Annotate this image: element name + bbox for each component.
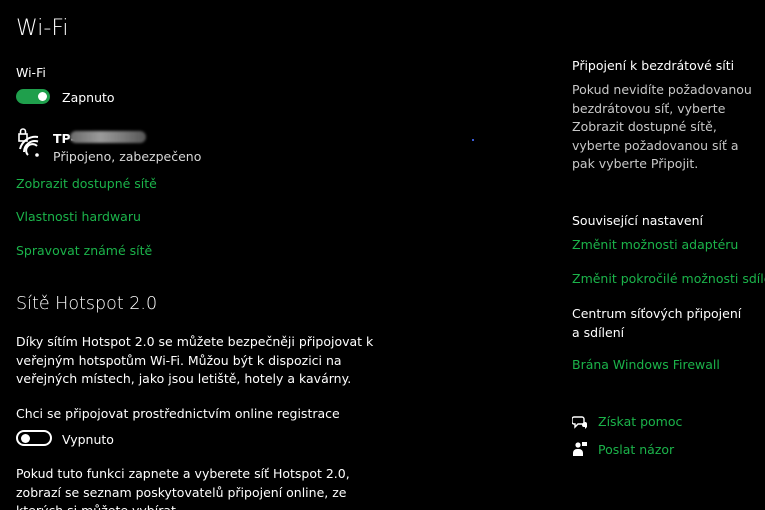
- get-help-link[interactable]: Získat pomoc: [598, 414, 682, 429]
- wifi-toggle-state: Zapnuto: [62, 90, 115, 105]
- cursor-dot: [472, 139, 474, 141]
- feedback-icon: [572, 441, 588, 457]
- hotspot-description: Díky sítím Hotspot 2.0 se můžete bezpečn…: [16, 334, 374, 386]
- send-feedback-link[interactable]: Poslat názor: [598, 442, 674, 457]
- online-signup-state: Vypnuto: [62, 432, 114, 447]
- wifi-settings-page: Wi-Fi Wi-Fi Zapnuto TP- Připojeno, zabez…: [0, 0, 765, 510]
- network-status: Připojeno, zabezpečeno: [53, 149, 202, 164]
- toggle-knob: [38, 92, 47, 101]
- wireless-connection-title: Připojení k bezdrátové síti: [572, 58, 735, 73]
- page-title: Wi-Fi: [16, 16, 69, 41]
- network-sharing-center-link[interactable]: Centrum síťových připojení a sdílení: [572, 305, 752, 342]
- wireless-connection-text: Pokud nevidíte požadovanou bezdrátovou s…: [572, 82, 752, 171]
- toggle-knob: [21, 433, 30, 443]
- hotspot-footer: Pokud tuto funkci zapnete a vyberete síť…: [16, 466, 350, 510]
- wifi-signal-secured-icon: [16, 127, 46, 159]
- redacted-ssid: [70, 131, 146, 143]
- hotspot-heading: Sítě Hotspot 2.0: [16, 294, 158, 314]
- advanced-sharing-options-link[interactable]: Změnit pokročilé možnosti sdílení: [572, 271, 765, 286]
- online-signup-label: Chci se připojovat prostřednictvím onlin…: [16, 406, 340, 421]
- online-signup-toggle[interactable]: [16, 430, 52, 446]
- show-available-networks-link[interactable]: Zobrazit dostupné sítě: [16, 176, 157, 191]
- manage-known-networks-link[interactable]: Spravovat známé sítě: [16, 243, 152, 258]
- change-adapter-options-link[interactable]: Změnit možnosti adaptéru: [572, 237, 738, 252]
- hardware-properties-link[interactable]: Vlastnosti hardwaru: [16, 209, 141, 224]
- wifi-toggle[interactable]: [16, 89, 50, 104]
- windows-firewall-link[interactable]: Brána Windows Firewall: [572, 357, 720, 372]
- wifi-section-label: Wi-Fi: [16, 65, 46, 80]
- related-settings-title: Související nastavení: [572, 213, 703, 228]
- help-chat-icon: [571, 414, 588, 430]
